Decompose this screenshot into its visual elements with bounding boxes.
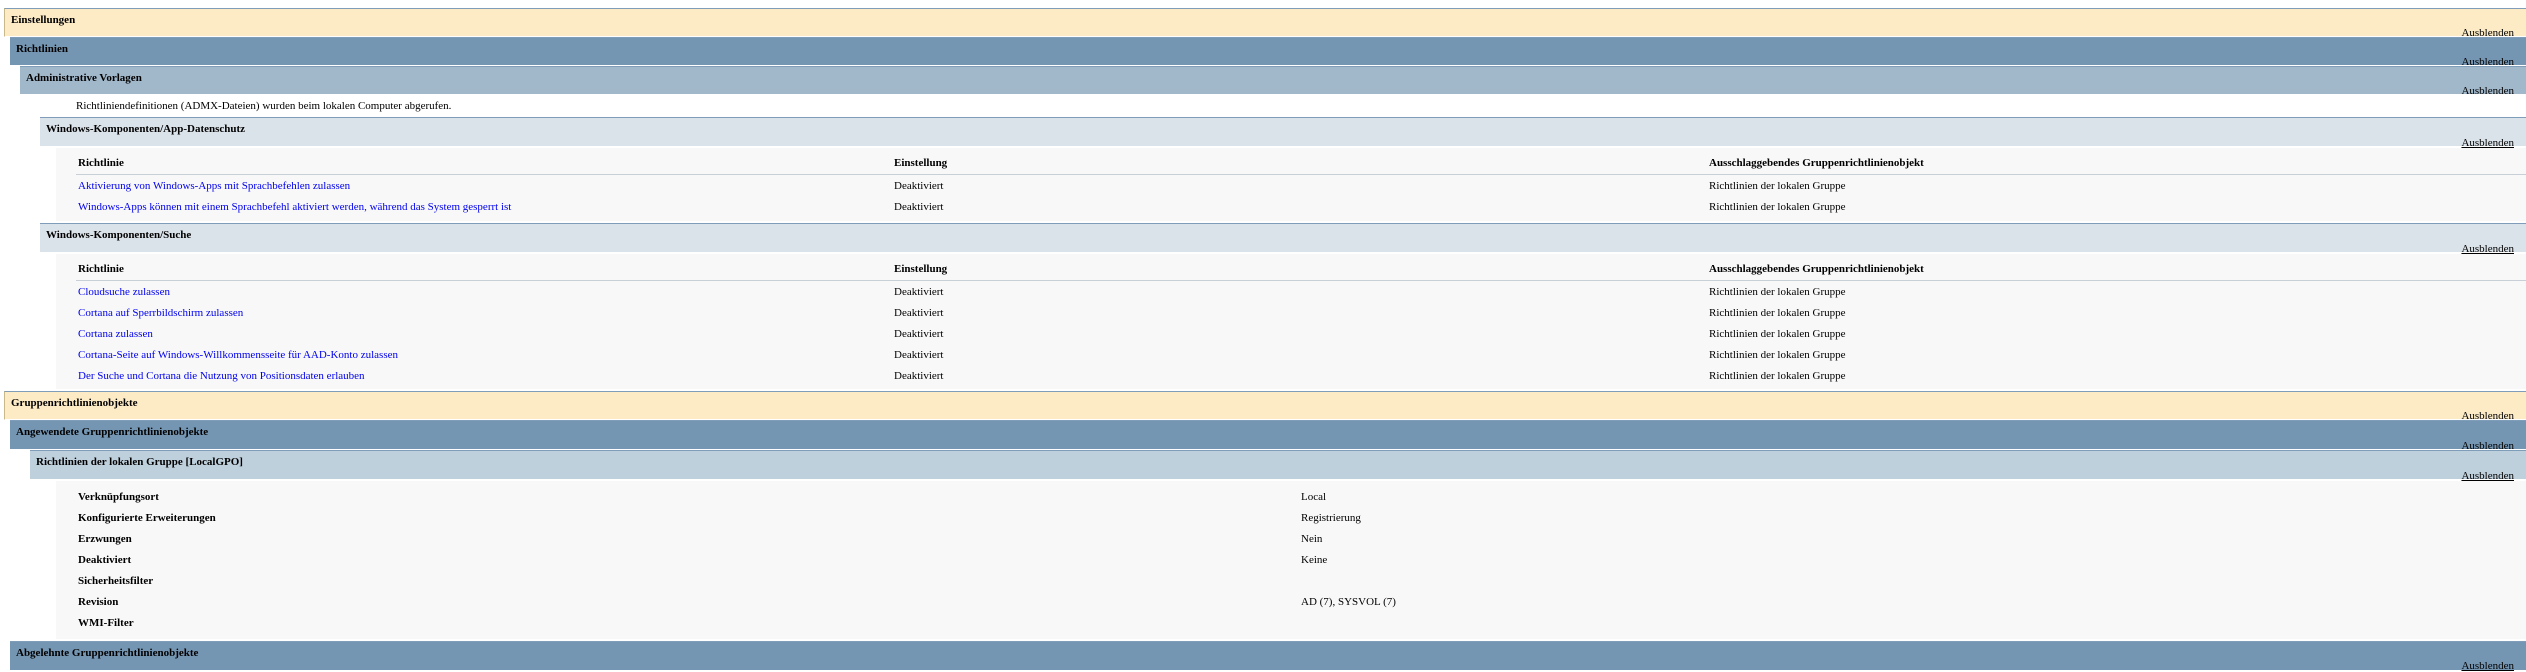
- property-label: Sicherheitsfilter: [78, 575, 154, 587]
- app-privacy-title: Windows-Komponenten/App-Datenschutz: [46, 123, 246, 135]
- applied-gpos-title: Angewendete Gruppenrichtlinienobjekte: [16, 426, 209, 438]
- denied-gpos-title: Abgelehnte Gruppenrichtlinienobjekte: [16, 647, 199, 659]
- policy-setting: Deaktiviert: [894, 201, 944, 213]
- policy-link[interactable]: Windows-Apps können mit einem Sprachbefe…: [78, 201, 511, 213]
- gpos-title: Gruppenrichtlinienobjekte: [11, 397, 138, 409]
- policies-title: Richtlinien: [16, 43, 68, 55]
- policy-link[interactable]: Aktivierung von Windows-Apps mit Sprachb…: [78, 180, 350, 192]
- policy-gpo: Richtlinien der lokalen Gruppe: [1709, 286, 1846, 298]
- applied-gpos-header: Angewendete Gruppenrichtlinienobjekte Au…: [10, 420, 2526, 452]
- property-label: Verknüpfungsort: [78, 491, 159, 503]
- search-group-title: Windows-Komponenten/Suche: [46, 229, 192, 241]
- col-header-setting: Einstellung: [894, 263, 948, 275]
- col-header-gpo: Ausschlaggebendes Gruppenrichtlinienobje…: [1709, 263, 1924, 275]
- app-privacy-table: Richtlinie Einstellung Ausschlaggebendes…: [56, 148, 2526, 221]
- admin-templates-header: Administrative Vorlagen Ausblenden: [20, 66, 2526, 97]
- app-privacy-header: Windows-Komponenten/App-Datenschutz Ausb…: [40, 117, 2526, 149]
- policy-link[interactable]: Cloudsuche zulassen: [78, 286, 170, 298]
- policy-link[interactable]: Cortana zulassen: [78, 328, 153, 340]
- denied-gpos-header: Abgelehnte Gruppenrichtlinienobjekte Aus…: [10, 641, 2526, 672]
- col-header-setting: Einstellung: [894, 157, 948, 169]
- local-gpo-title: Richtlinien der lokalen Gruppe [LocalGPO…: [36, 456, 243, 468]
- property-label: WMI-Filter: [78, 617, 134, 629]
- policy-setting: Deaktiviert: [894, 349, 944, 361]
- property-label: Erzwungen: [78, 533, 132, 545]
- search-group-table: Richtlinie Einstellung Ausschlaggebendes…: [56, 254, 2526, 389]
- property-value: Nein: [1301, 533, 1323, 545]
- property-label: Konfigurierte Erweiterungen: [78, 512, 216, 524]
- col-header-policy: Richtlinie: [78, 157, 124, 169]
- denied-gpos-hide-link[interactable]: Ausblenden: [2461, 660, 2514, 672]
- policy-gpo: Richtlinien der lokalen Gruppe: [1709, 328, 1846, 340]
- policy-gpo: Richtlinien der lokalen Gruppe: [1709, 370, 1846, 382]
- local-gpo-header: Richtlinien der lokalen Gruppe [LocalGPO…: [30, 450, 2526, 482]
- admx-note: Richtliniendefinitionen (ADMX-Dateien) w…: [76, 100, 452, 112]
- property-value: Keine: [1301, 554, 1328, 566]
- admin-templates-title: Administrative Vorlagen: [26, 72, 142, 84]
- settings-title: Einstellungen: [11, 14, 76, 26]
- local-gpo-properties: Verknüpfungsort Local Konfigurierte Erwe…: [56, 481, 2526, 639]
- header-divider: [76, 174, 2526, 175]
- property-value: AD (7), SYSVOL (7): [1301, 596, 1396, 608]
- property-value: Registrierung: [1301, 512, 1361, 524]
- policy-link[interactable]: Der Suche und Cortana die Nutzung von Po…: [78, 370, 365, 382]
- policies-header: Richtlinien Ausblenden: [10, 37, 2526, 68]
- property-label: Deaktiviert: [78, 554, 132, 566]
- policy-gpo: Richtlinien der lokalen Gruppe: [1709, 201, 1846, 213]
- policy-setting: Deaktiviert: [894, 328, 944, 340]
- policy-setting: Deaktiviert: [894, 286, 944, 298]
- policy-setting: Deaktiviert: [894, 370, 944, 382]
- col-header-gpo: Ausschlaggebendes Gruppenrichtlinienobje…: [1709, 157, 1924, 169]
- policy-link[interactable]: Cortana-Seite auf Windows-Willkommenssei…: [78, 349, 398, 361]
- property-label: Revision: [78, 596, 119, 608]
- policy-gpo: Richtlinien der lokalen Gruppe: [1709, 307, 1846, 319]
- property-value: Local: [1301, 491, 1327, 503]
- policy-link[interactable]: Cortana auf Sperrbildschirm zulassen: [78, 307, 243, 319]
- admx-note-row: Richtliniendefinitionen (ADMX-Dateien) w…: [40, 95, 2526, 117]
- gpos-header: Gruppenrichtlinienobjekte Ausblenden: [4, 391, 2526, 422]
- policy-gpo: Richtlinien der lokalen Gruppe: [1709, 349, 1846, 361]
- settings-header: Einstellungen Ausblenden: [4, 8, 2526, 39]
- policy-gpo: Richtlinien der lokalen Gruppe: [1709, 180, 1846, 192]
- col-header-policy: Richtlinie: [78, 263, 124, 275]
- header-divider: [76, 280, 2526, 281]
- policy-setting: Deaktiviert: [894, 180, 944, 192]
- policy-setting: Deaktiviert: [894, 307, 944, 319]
- search-group-header: Windows-Komponenten/Suche Ausblenden: [40, 223, 2526, 255]
